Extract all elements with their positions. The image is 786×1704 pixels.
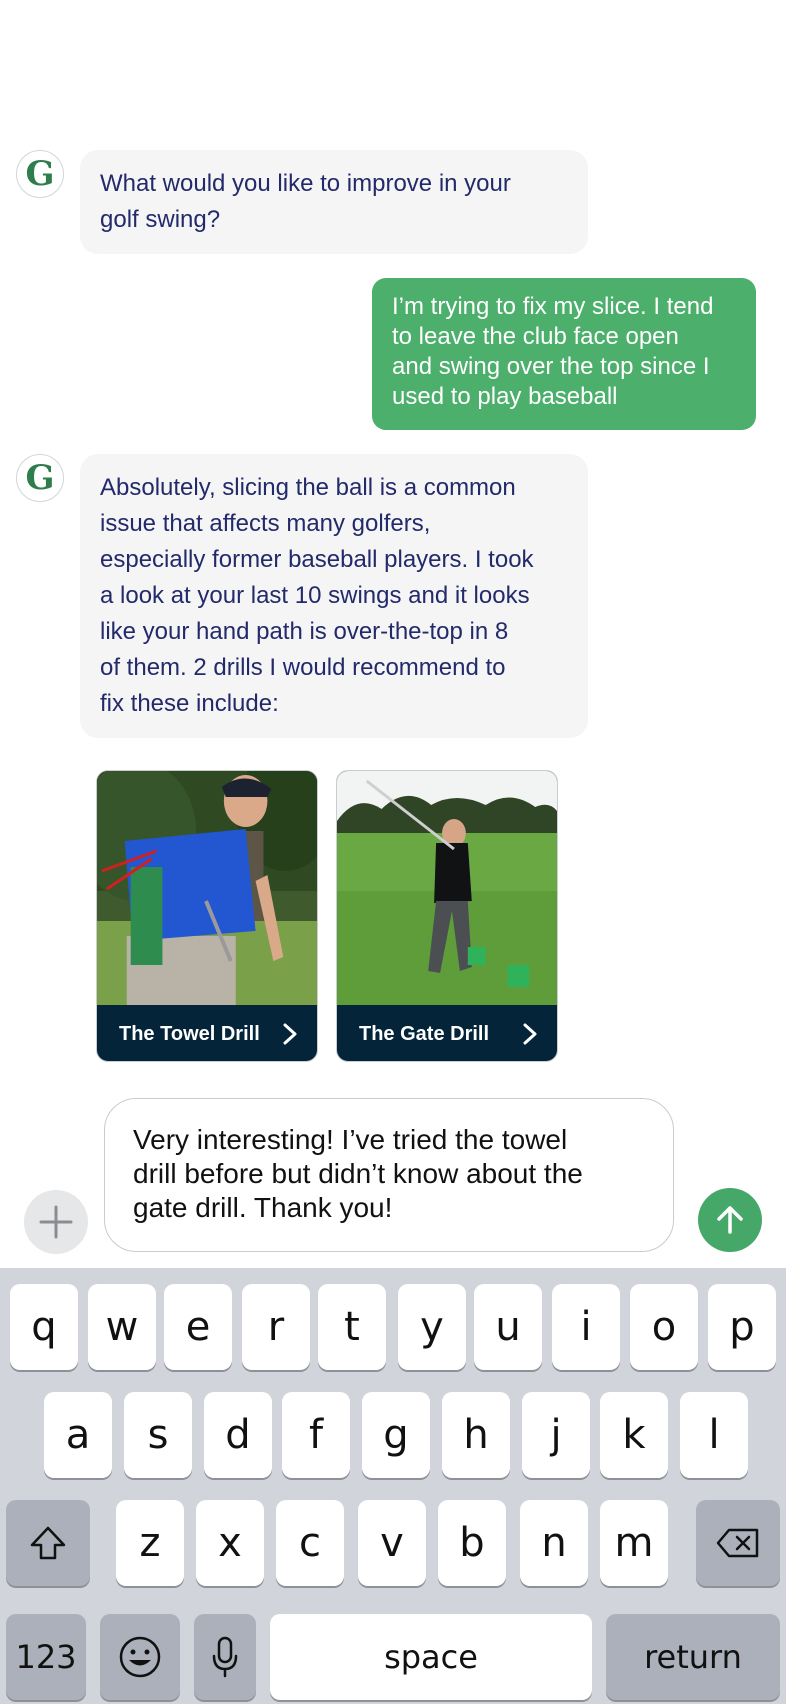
message-line: of them. 2 drills I would recommend to: [100, 654, 506, 681]
composer-line: drill before but didn’t know about the: [133, 1158, 583, 1189]
key-b[interactable]: b: [438, 1500, 506, 1586]
message-line: Absolutely, slicing the ball is a common: [100, 474, 516, 501]
key-r[interactable]: r: [242, 1284, 310, 1370]
key-l[interactable]: l: [680, 1392, 748, 1478]
key-p[interactable]: p: [708, 1284, 776, 1370]
on-screen-keyboard: q w e r t y u i o p a s d f g h j k l z …: [0, 1268, 786, 1704]
backspace-icon: [716, 1528, 759, 1558]
numbers-key[interactable]: 123: [6, 1614, 86, 1700]
message-line: What would you like to improve in your: [100, 170, 511, 197]
composer-line: Very interesting! I’ve tried the towel: [133, 1124, 568, 1155]
message-user: I’m trying to fix my slice. I tend to le…: [372, 278, 756, 430]
key-t[interactable]: t: [318, 1284, 386, 1370]
microphone-icon: [212, 1636, 238, 1678]
coach-avatar: G: [16, 454, 64, 502]
space-key[interactable]: space: [270, 1614, 592, 1700]
key-w[interactable]: w: [88, 1284, 156, 1370]
key-o[interactable]: o: [630, 1284, 698, 1370]
dictation-key[interactable]: [194, 1614, 256, 1700]
gate-drill-photo: [337, 771, 557, 1005]
message-line: issue that affects many golfers,: [100, 510, 431, 537]
chevron-right-icon: [523, 1023, 537, 1045]
send-button[interactable]: [698, 1188, 762, 1252]
message-line: and swing over the top since I: [392, 353, 710, 380]
delete-key[interactable]: [696, 1500, 780, 1586]
message-line: a look at your last 10 swings and it loo…: [100, 582, 530, 609]
key-m[interactable]: m: [600, 1500, 668, 1586]
key-s[interactable]: s: [124, 1392, 192, 1478]
key-i[interactable]: i: [552, 1284, 620, 1370]
plus-icon: [39, 1205, 73, 1239]
message-input[interactable]: Very interesting! I’ve tried the towel d…: [104, 1098, 674, 1252]
key-x[interactable]: x: [196, 1500, 264, 1586]
emoji-key[interactable]: [100, 1614, 180, 1700]
key-g[interactable]: g: [362, 1392, 430, 1478]
towel-drill-photo: [97, 771, 317, 1005]
message-line: to leave the club face open: [392, 323, 679, 350]
message-line: I’m trying to fix my slice. I tend: [392, 293, 714, 320]
key-c[interactable]: c: [276, 1500, 344, 1586]
message-line: golf swing?: [100, 206, 221, 233]
message-line: especially former baseball players. I to…: [100, 546, 534, 573]
key-h[interactable]: h: [442, 1392, 510, 1478]
message-line: used to play baseball: [392, 383, 618, 410]
key-y[interactable]: y: [398, 1284, 466, 1370]
message-coach-reply: Absolutely, slicing the ball is a common…: [80, 454, 588, 738]
key-a[interactable]: a: [44, 1392, 112, 1478]
message-line: like your hand path is over-the-top in 8: [100, 618, 509, 645]
key-u[interactable]: u: [474, 1284, 542, 1370]
drill-card-towel[interactable]: The Towel Drill: [96, 770, 318, 1062]
chevron-right-icon: [283, 1023, 297, 1045]
add-attachment-button[interactable]: [24, 1190, 88, 1254]
return-key[interactable]: return: [606, 1614, 780, 1700]
drill-card-gate[interactable]: The Gate Drill: [336, 770, 558, 1062]
coach-avatar: G: [16, 150, 64, 198]
emoji-icon: [119, 1636, 161, 1678]
key-z[interactable]: z: [116, 1500, 184, 1586]
arrow-up-icon: [717, 1206, 743, 1234]
key-j[interactable]: j: [522, 1392, 590, 1478]
key-n[interactable]: n: [520, 1500, 588, 1586]
message-coach-question: What would you like to improve in your g…: [80, 150, 588, 254]
key-d[interactable]: d: [204, 1392, 272, 1478]
key-v[interactable]: v: [358, 1500, 426, 1586]
key-f[interactable]: f: [282, 1392, 350, 1478]
message-line: fix these include:: [100, 690, 279, 717]
key-k[interactable]: k: [600, 1392, 668, 1478]
composer-line: gate drill. Thank you!: [133, 1192, 393, 1223]
shift-icon: [30, 1526, 66, 1560]
key-q[interactable]: q: [10, 1284, 78, 1370]
shift-key[interactable]: [6, 1500, 90, 1586]
key-e[interactable]: e: [164, 1284, 232, 1370]
